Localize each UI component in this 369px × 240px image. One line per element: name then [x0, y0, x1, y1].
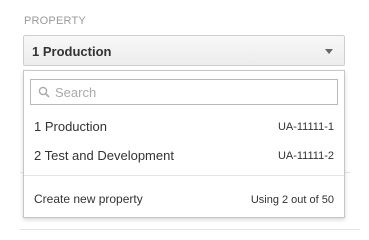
search-field[interactable]	[30, 79, 338, 105]
property-selected-value: 1 Production	[32, 44, 112, 59]
background-divider	[20, 229, 360, 230]
property-option[interactable]: 2 Test and Development UA-11111-2	[24, 142, 344, 168]
property-usage-count: Using 2 out of 50	[250, 194, 334, 206]
search-icon	[38, 86, 50, 98]
property-select[interactable]: 1 Production	[23, 35, 345, 66]
property-option-name: 1 Production	[34, 119, 107, 134]
search-input[interactable]	[55, 83, 331, 101]
property-option-id: UA-11111-2	[277, 150, 334, 162]
property-option[interactable]: 1 Production UA-11111-1	[24, 113, 344, 139]
menu-divider	[24, 175, 344, 176]
create-property-link[interactable]: Create new property	[34, 192, 143, 206]
property-option-name: 2 Test and Development	[34, 148, 174, 163]
property-section-label: PROPERTY	[24, 15, 86, 27]
property-dropdown-menu: 1 Production UA-11111-1 2 Test and Devel…	[23, 70, 345, 218]
property-option-id: UA-11111-1	[277, 121, 334, 133]
chevron-down-icon	[325, 49, 333, 54]
